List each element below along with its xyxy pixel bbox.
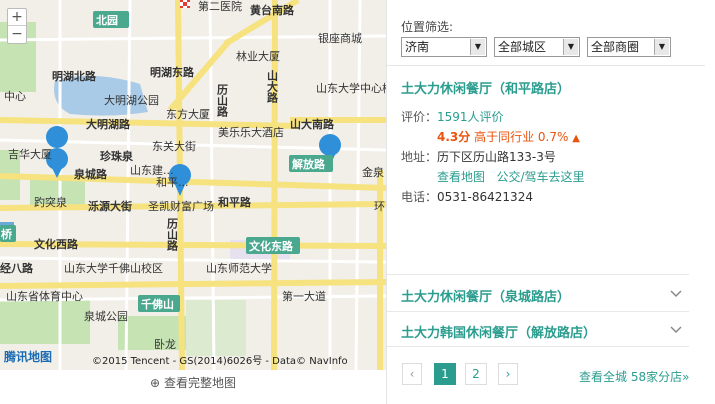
next-page-button[interactable]: › xyxy=(498,363,518,385)
label-wenhuaxi: 文化西路 xyxy=(34,237,79,251)
all-branches-link[interactable]: 查看全城 58家分店» xyxy=(579,368,689,385)
phone-row: 电话：0531-86421324 xyxy=(401,188,533,205)
zoom-in-button[interactable]: + xyxy=(8,9,26,26)
shop-title-quancheng[interactable]: 土大力休闲餐厅（泉城路店） xyxy=(401,286,570,305)
label-shanda-jiaoyu: 山东省体育中心 xyxy=(6,289,83,303)
reviews-link[interactable]: 1591人评价 xyxy=(437,110,504,124)
view-map-link[interactable]: 查看地图 xyxy=(437,170,485,184)
label-mingzhudong: 明湖东路 xyxy=(150,65,195,79)
divider xyxy=(387,346,689,347)
label-jixiang: 吉华大厦 xyxy=(8,147,52,161)
chevron-down-icon: ▼ xyxy=(563,39,578,55)
page-1-button[interactable]: 1 xyxy=(434,363,456,385)
city-select[interactable]: 济南 ▼ xyxy=(401,37,487,57)
magnifier-icon: ⊕ xyxy=(150,376,161,390)
label-dier-yiyuan: 第二医院 xyxy=(198,0,242,13)
chevron-down-icon: ▼ xyxy=(470,39,485,55)
label-yinzuo: 银座商城 xyxy=(318,31,362,45)
map-logo: 腾讯地图 xyxy=(4,350,53,364)
rating-row: 评价：1591人评价 xyxy=(401,108,504,125)
label-shanda-school: 山东大学中心校区 xyxy=(316,81,386,95)
chevron-down-icon[interactable] xyxy=(669,287,683,301)
view-full-map-link[interactable]: ⊕ 查看完整地图 xyxy=(0,370,386,404)
label-jinzhu: 金泉 xyxy=(362,165,384,179)
map-canvas[interactable]: 北园 第二医院 黄台南路 明湖北路 明湖东路 大明湖公园 大明湖路 东方大厦 东… xyxy=(0,0,386,370)
label-shandananlu: 山大南路 xyxy=(290,117,335,131)
label-luoyuan: 泺源大街 xyxy=(88,199,132,213)
label-qiao: 桥 xyxy=(1,227,13,241)
label-lishanlu2: 历山路 xyxy=(166,218,179,252)
label-qutu: 趵突泉 xyxy=(34,195,67,209)
page-2-button[interactable]: 2 xyxy=(465,363,487,385)
label-wolong: 卧龙 xyxy=(154,338,176,351)
label-heping-text: 和平... xyxy=(156,176,189,189)
label-diyi: 第一大道 xyxy=(282,289,326,303)
zoom-control: + − xyxy=(7,8,27,44)
zoom-out-button[interactable]: − xyxy=(8,26,26,43)
phone-value: 0531-86421324 xyxy=(437,190,533,204)
label-daminghu: 大明湖路 xyxy=(86,117,131,131)
filter-label: 位置筛选: xyxy=(401,20,454,34)
chevron-down-icon[interactable] xyxy=(669,323,683,337)
address-key: 地址： xyxy=(401,150,438,164)
score-row: 4.3分 高于同行业 0.7% ▲ xyxy=(437,128,580,145)
label-shandongjian: 山东建... xyxy=(130,163,174,177)
hospital-icon xyxy=(180,0,190,8)
arrow-up-icon: ▲ xyxy=(572,133,580,144)
district-select-value: 全部城区 xyxy=(498,40,547,54)
label-zhong: 中心 xyxy=(4,90,26,103)
label-shengkai: 圣凯财富广场 xyxy=(148,199,214,213)
label-jiefanglu: 解放路 xyxy=(292,157,326,171)
label-shanshida: 山东师范大学 xyxy=(206,261,272,275)
score-compare: 高于同行业 0.7% xyxy=(474,130,569,144)
label-quancheng-park: 泉城公园 xyxy=(84,309,128,323)
route-link[interactable]: 公交/驾车去这里 xyxy=(496,170,584,184)
label-shanda-qfs: 山东大学千佛山校区 xyxy=(64,261,163,275)
area-select[interactable]: 全部商圈 ▼ xyxy=(587,37,671,57)
label-beiyuan: 北园 xyxy=(96,13,118,27)
shop-panel: 位置筛选: 济南 ▼ 全部城区 ▼ 全部商圈 ▼ 土大力休闲餐厅（和平路店） 评… xyxy=(386,0,715,404)
city-select-value: 济南 xyxy=(405,40,430,54)
map-copyright: ©2015 Tencent - GS(2014)6026号 - Data© Na… xyxy=(92,356,348,367)
score-value: 4.3分 xyxy=(437,130,471,144)
label-mingzhu-park: 大明湖公园 xyxy=(104,93,159,107)
page-root: 北园 第二医院 黄台南路 明湖北路 明湖东路 大明湖公园 大明湖路 东方大厦 东… xyxy=(0,0,715,404)
map-view[interactable]: 北园 第二医院 黄台南路 明湖北路 明湖东路 大明湖公园 大明湖路 东方大厦 东… xyxy=(0,0,386,370)
address-value: 历下区历山路133-3号 xyxy=(437,150,556,164)
shop-title-jiefang[interactable]: 土大力韩国休闲餐厅（解放路店） xyxy=(401,322,596,341)
address-row: 地址：历下区历山路133-3号 xyxy=(401,148,556,165)
chevron-down-icon: ▼ xyxy=(654,39,669,55)
rating-key: 评价： xyxy=(401,110,438,124)
shop-title-heping[interactable]: 土大力休闲餐厅（和平路店） xyxy=(401,78,570,97)
district-select[interactable]: 全部城区 ▼ xyxy=(494,37,580,57)
label-meile: 美乐乐大酒店 xyxy=(218,125,284,139)
label-linye: 林业大厦 xyxy=(236,49,280,63)
label-hepinglu: 和平路 xyxy=(218,195,252,209)
label-dongguan: 东关大街 xyxy=(152,139,196,153)
label-huan: 环 xyxy=(374,200,385,213)
label-shanda-road: 山大路 xyxy=(266,69,279,104)
location-filter: 位置筛选: 济南 ▼ 全部城区 ▼ 全部商圈 ▼ xyxy=(387,0,705,66)
label-zhenzhuquan: 珍珠泉 xyxy=(100,149,134,163)
label-mingzhubei: 明湖北路 xyxy=(52,69,97,83)
label-wenhuadong: 文化东路 xyxy=(249,239,294,253)
label-quanchenglu: 泉城路 xyxy=(73,167,108,181)
divider xyxy=(387,274,689,275)
label-jingsanlu: 经八路 xyxy=(0,261,34,275)
map-actions-row: 查看地图 公交/驾车去这里 xyxy=(437,168,585,185)
prev-page-button[interactable]: ‹ xyxy=(402,363,422,385)
view-full-map-label: 查看完整地图 xyxy=(163,376,236,390)
area-select-value: 全部商圈 xyxy=(591,40,640,54)
label-huangtaina: 黄台南路 xyxy=(250,3,295,17)
phone-key: 电话： xyxy=(401,190,438,204)
label-lishan: 历山路 xyxy=(216,84,229,118)
divider xyxy=(387,311,689,312)
label-dongfang: 东方大厦 xyxy=(166,107,210,121)
label-qianfoshan: 千佛山 xyxy=(141,297,174,311)
